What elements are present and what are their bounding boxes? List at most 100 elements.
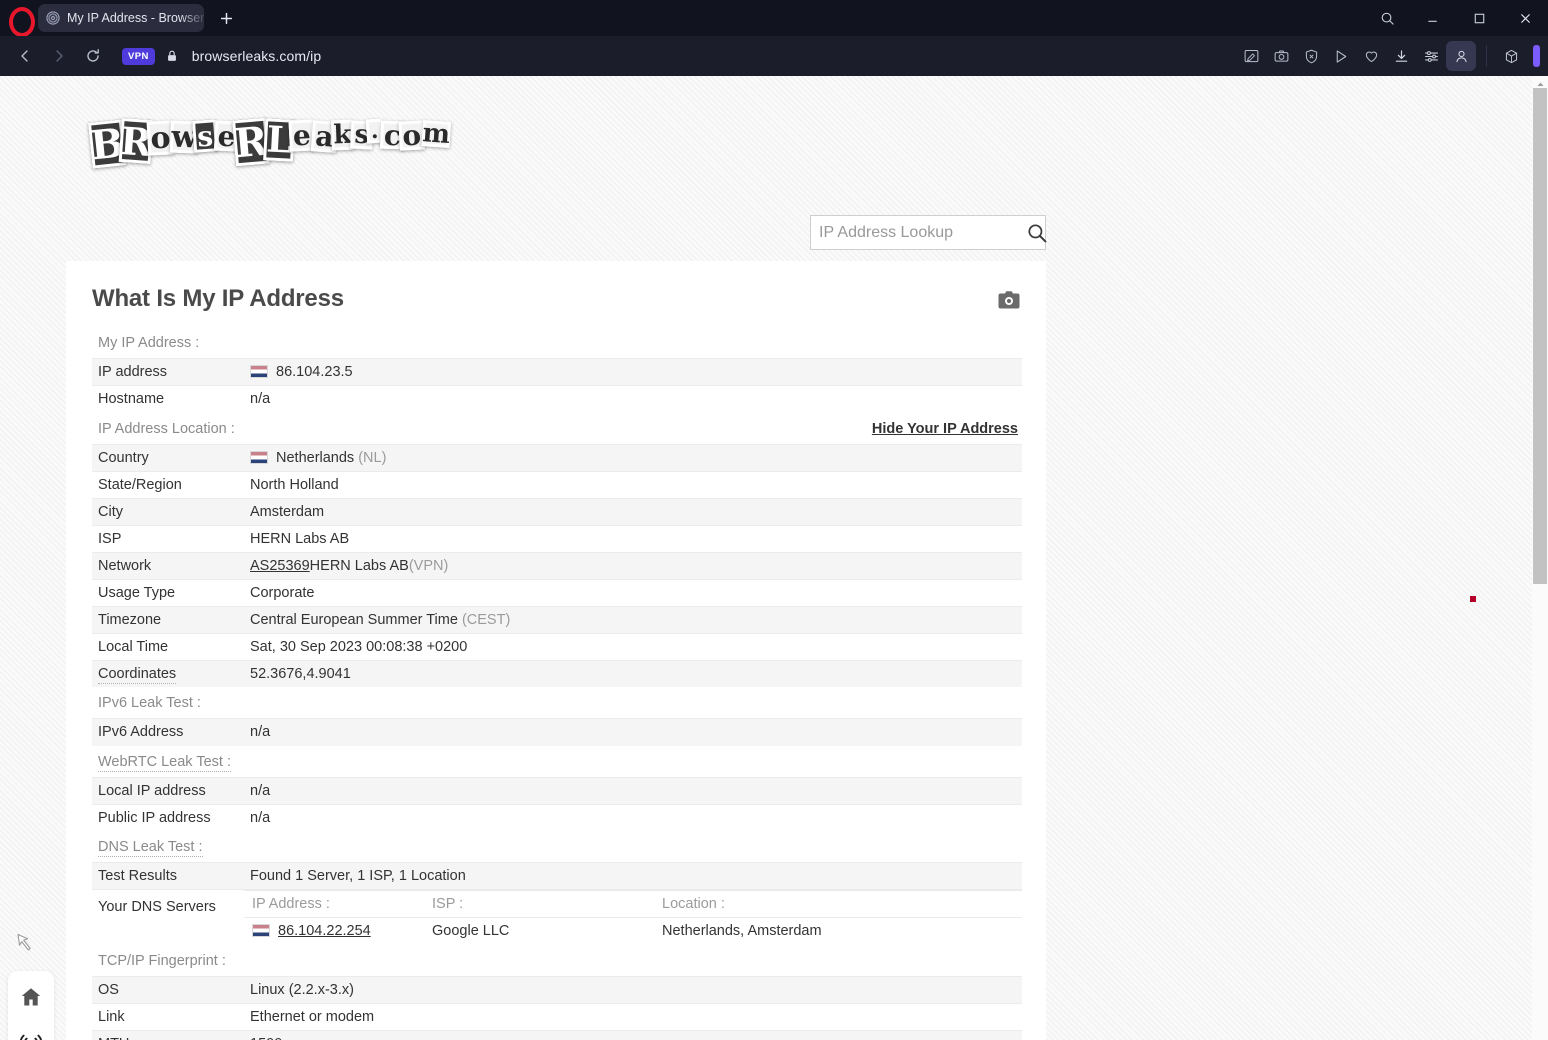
row-key-label: OS — [98, 981, 119, 998]
maximize-button[interactable] — [1456, 0, 1502, 36]
row-value-suffix: (VPN) — [408, 557, 449, 574]
sidebar-accent-bar[interactable] — [1533, 45, 1540, 67]
row-value-cell: Found 1 Server, 1 ISP, 1 Location — [244, 862, 1022, 890]
row-key: Usage Type — [92, 578, 244, 606]
row-value-cell: North Holland — [244, 470, 1022, 498]
reload-button[interactable] — [76, 39, 110, 73]
row-key-label: City — [98, 503, 123, 520]
scrollbar-thumb[interactable] — [1533, 88, 1547, 584]
back-button[interactable] — [8, 39, 42, 73]
table-row: Coordinates 52.3676,4.9041 — [92, 659, 1022, 687]
row-value-cell: n/a — [244, 776, 1022, 804]
table-row: OS Linux (2.2.x-3.x) — [92, 975, 1022, 1003]
table-row: Timezone Central European Summer Time (CE… — [92, 605, 1022, 633]
row-key: Local IP address — [92, 776, 244, 804]
row-value-cell: AS25369HERN Labs AB(VPN) — [244, 551, 1022, 579]
row-value: HERN Labs AB — [250, 530, 350, 547]
row-value: Linux (2.2.x-3.x) — [250, 981, 354, 998]
browser-window: My IP Address - BrowserL VPN browserleak… — [0, 0, 1548, 1040]
row-key-label: Country — [98, 449, 149, 466]
download-icon[interactable] — [1386, 41, 1416, 71]
ip-report-card: What Is My IP Address My IP Address : IP … — [66, 261, 1046, 1040]
browser-tab[interactable]: My IP Address - BrowserL — [38, 4, 204, 32]
search-icon[interactable] — [1026, 222, 1048, 244]
row-key: Link — [92, 1002, 244, 1030]
section-heading-label: TCP/IP Fingerprint : — [98, 952, 226, 969]
row-key-label: State/Region — [98, 476, 182, 493]
camera-icon[interactable] — [998, 290, 1020, 310]
section-heading-label: WebRTC Leak Test : — [98, 753, 231, 772]
dns-column-header: Location : — [654, 890, 1022, 918]
asn-link[interactable]: AS25369 — [250, 558, 310, 574]
opera-logo-icon[interactable] — [6, 5, 35, 37]
flow-send-icon[interactable] — [1326, 41, 1356, 71]
close-button[interactable] — [1502, 0, 1548, 36]
plus-icon — [220, 12, 232, 24]
site-logo[interactable]: BRowseRLeaks.com — [87, 97, 452, 169]
site-page: BRowseRLeaks.com What Is My IP Address — [0, 76, 1532, 1040]
minimize-button[interactable] — [1410, 0, 1456, 36]
section-heading: IPv6 Leak Test : — [92, 687, 1022, 718]
row-key-label: Public IP address — [98, 809, 211, 826]
page-scrollbar[interactable] — [1532, 76, 1548, 1040]
row-value-suffix: (CEST) — [457, 611, 511, 628]
row-value-cell: Linux (2.2.x-3.x) — [244, 975, 1022, 1003]
row-key: Country — [92, 443, 244, 471]
report-sections: My IP Address : IP address 86.104.23.5 Host… — [92, 327, 1022, 1040]
row-value-cell: Corporate — [244, 578, 1022, 606]
logo-tile: m — [421, 118, 452, 150]
row-key-label: IPv6 Address — [98, 724, 184, 741]
dns-isp-cell: Google LLC — [424, 917, 654, 945]
url-text[interactable]: browserleaks.com/ip — [192, 48, 322, 64]
extensions-cube-icon[interactable] — [1496, 41, 1526, 71]
row-value-cell: Netherlands (NL) — [244, 443, 1022, 471]
row-value: Central European Summer Time — [250, 611, 458, 628]
table-row: IPv6 Address n/a — [92, 718, 1022, 746]
dns-ip-link[interactable]: 86.104.22.254 — [278, 923, 371, 939]
snapshot-edit-icon[interactable] — [1236, 41, 1266, 71]
tab-strip: My IP Address - BrowserL — [0, 0, 1548, 37]
cursor-marker — [1470, 596, 1476, 602]
heart-icon[interactable] — [1356, 41, 1386, 71]
ip-lookup-search[interactable] — [810, 215, 1048, 250]
section-heading-label: DNS Leak Test : — [98, 839, 203, 857]
dns-table-cell: IP Address : ISP : Location :86.104.22.254… — [244, 889, 1022, 945]
camera-icon[interactable] — [1266, 41, 1296, 71]
row-value-cell: Central European Summer Time (CEST) — [244, 605, 1022, 633]
section-heading: My IP Address : — [92, 327, 1022, 358]
easy-setup-icon[interactable] — [1416, 41, 1446, 71]
row-key: Network — [92, 551, 244, 579]
row-key: Timezone — [92, 605, 244, 633]
row-value-cell: Ethernet or modem — [244, 1002, 1022, 1030]
window-controls — [1364, 0, 1548, 36]
row-key: Test Results — [92, 862, 244, 890]
row-key: City — [92, 497, 244, 525]
new-tab-button[interactable] — [213, 5, 239, 31]
row-key-label: Network — [98, 557, 152, 574]
table-row: Public IP address n/a — [92, 803, 1022, 831]
profile-icon[interactable] — [1446, 41, 1476, 71]
dns-server-row: 86.104.22.254 Google LLC Netherlands, Amst… — [244, 917, 1022, 945]
lock-icon[interactable] — [165, 49, 179, 63]
row-key: IP address — [92, 358, 244, 386]
tab-title: My IP Address - BrowserL — [67, 11, 204, 25]
table-row: Usage Type Corporate — [92, 578, 1022, 606]
forward-button[interactable] — [42, 39, 76, 73]
row-value: North Holland — [250, 476, 339, 493]
vpn-badge[interactable]: VPN — [122, 47, 155, 65]
row-value-cell: Amsterdam — [244, 497, 1022, 525]
search-input[interactable] — [819, 223, 1026, 242]
table-row: Test Results Found 1 Server, 1 ISP, 1 Loc… — [92, 862, 1022, 890]
address-bar: VPN browserleaks.com/ip — [0, 36, 1548, 76]
dns-ip-cell: 86.104.22.254 — [244, 917, 424, 945]
section-heading-label: IP Address Location : — [98, 420, 235, 437]
table-row: Country Netherlands (NL) — [92, 443, 1022, 471]
row-key-label: MTU — [98, 1036, 129, 1040]
section-table: Country Netherlands (NL) State/Region North… — [92, 443, 1022, 687]
ad-block-shield-icon[interactable] — [1296, 41, 1326, 71]
section-heading: IP Address Location : Hide Your IP Addres… — [92, 413, 1022, 444]
row-value: Found 1 Server, 1 ISP, 1 Location — [250, 868, 466, 884]
hide-ip-link[interactable]: Hide Your IP Address — [872, 421, 1018, 437]
row-key-label: IP address — [98, 364, 168, 380]
window-search-button[interactable] — [1364, 0, 1410, 36]
